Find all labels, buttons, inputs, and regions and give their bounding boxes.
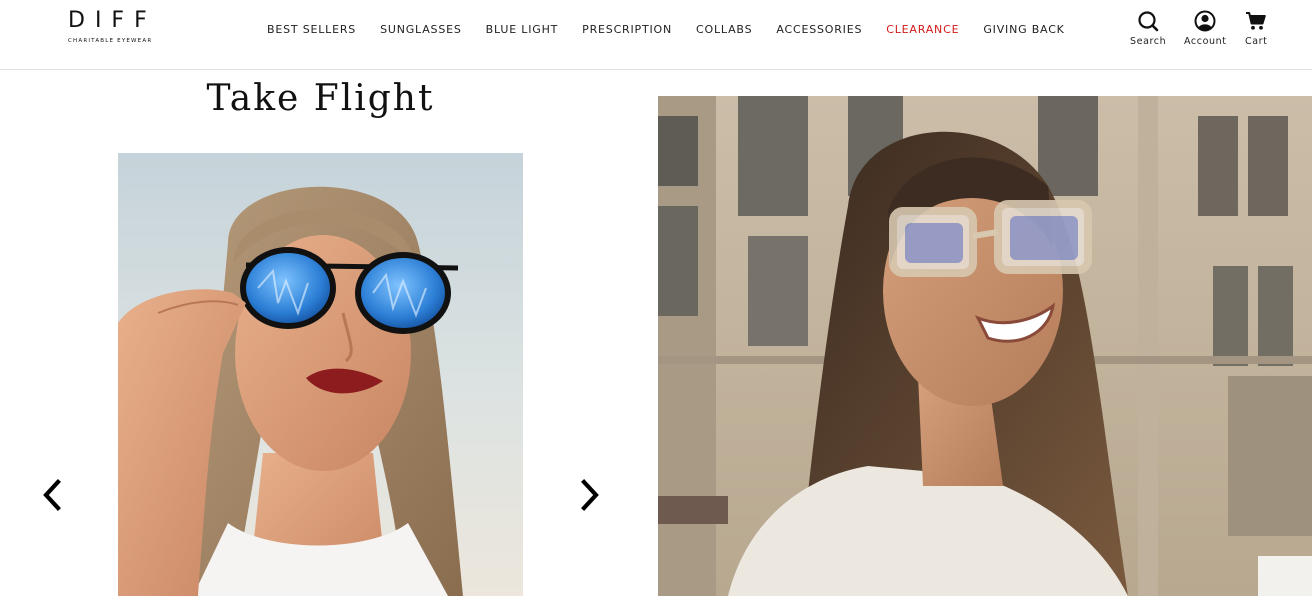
nav-item-prescription[interactable]: PRESCRIPTION xyxy=(582,23,672,36)
search-button[interactable]: Search xyxy=(1130,10,1166,47)
account-label: Account xyxy=(1184,36,1227,47)
nav-item-giving-back[interactable]: GIVING BACK xyxy=(983,23,1064,36)
lifestyle-photo[interactable] xyxy=(658,96,1312,596)
brand-name: DIFF xyxy=(68,8,157,33)
brand-logo[interactable]: DIFF CHARITABLE EYEWEAR xyxy=(68,8,172,45)
nav-item-blue-light[interactable]: BLUE LIGHT xyxy=(486,23,559,36)
carousel-next-button[interactable] xyxy=(578,478,602,512)
brand-tagline: CHARITABLE EYEWEAR xyxy=(68,38,153,44)
nav-item-sunglasses[interactable]: SUNGLASSES xyxy=(380,23,462,36)
model-aviator-photo xyxy=(118,153,523,596)
carousel-slide-image[interactable] xyxy=(118,153,523,596)
carousel-prev-button[interactable] xyxy=(40,478,64,512)
nav-item-best-sellers[interactable]: BEST SELLERS xyxy=(267,23,356,36)
nav-item-accessories[interactable]: ACCESSORIES xyxy=(776,23,862,36)
search-icon xyxy=(1138,11,1159,32)
promo-title: Take Flight xyxy=(206,78,435,119)
model-eyeglasses-photo xyxy=(658,96,1312,596)
cart-icon xyxy=(1246,12,1267,30)
cart-button[interactable]: Cart xyxy=(1245,10,1268,47)
main-nav: BEST SELLERS SUNGLASSES BLUE LIGHT PRESC… xyxy=(267,21,1089,37)
chevron-left-icon xyxy=(43,479,61,511)
account-icon xyxy=(1194,10,1216,32)
search-label: Search xyxy=(1130,36,1167,47)
nav-item-clearance[interactable]: CLEARANCE xyxy=(886,23,959,36)
nav-item-collabs[interactable]: COLLABS xyxy=(696,23,752,36)
account-button[interactable]: Account xyxy=(1184,10,1227,47)
site-header: DIFF CHARITABLE EYEWEAR BEST SELLERS SUN… xyxy=(0,0,1312,70)
chevron-right-icon xyxy=(581,479,599,511)
cart-label: Cart xyxy=(1245,36,1268,47)
